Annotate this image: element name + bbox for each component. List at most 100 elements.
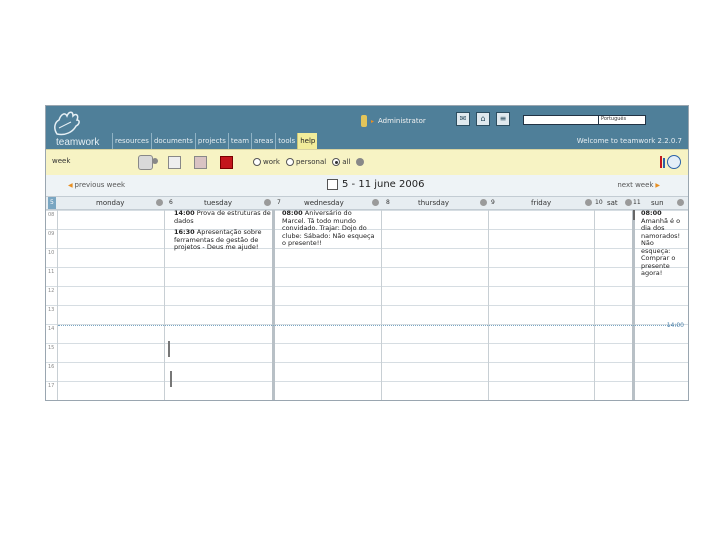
column-divider xyxy=(594,210,595,400)
hour-line xyxy=(46,267,688,268)
search-input[interactable] xyxy=(523,115,599,125)
mail-icon[interactable]: ✉ xyxy=(456,112,470,126)
day-number: 10 xyxy=(595,199,603,206)
main-nav: resources documents projects team areas … xyxy=(46,133,688,149)
day-header-sun[interactable]: 11 sun xyxy=(633,197,688,209)
list-view-icon[interactable] xyxy=(168,156,181,169)
add-event-icon[interactable] xyxy=(677,199,684,206)
language-select-value: Português xyxy=(601,116,627,122)
tab-help[interactable]: help xyxy=(297,133,318,149)
view-label: week xyxy=(52,157,71,165)
add-event-icon[interactable] xyxy=(585,199,592,206)
arrow-icon: ▸ xyxy=(371,117,375,125)
event-tuesday-2[interactable]: 16:30 Apresentação sobre ferramentas de … xyxy=(174,228,272,252)
notes-icon[interactable]: ≡ xyxy=(496,112,510,126)
radio-all[interactable]: all xyxy=(332,158,350,166)
column-divider-weekend xyxy=(632,210,635,400)
user-icon xyxy=(361,115,367,127)
radio-label: work xyxy=(263,158,280,166)
calendar-icon[interactable] xyxy=(327,179,338,190)
hour-line xyxy=(46,362,688,363)
next-week-link[interactable]: next week xyxy=(617,181,660,189)
user-menu[interactable]: ▸ Administrator xyxy=(361,113,426,129)
language-select[interactable]: Português xyxy=(598,115,646,125)
add-event-icon[interactable] xyxy=(264,199,271,206)
hour-label: 12 xyxy=(48,288,55,294)
play-icon[interactable] xyxy=(152,158,158,164)
hour-label: 08 xyxy=(48,212,55,218)
filter-radios: work personal all xyxy=(253,158,365,166)
radio-dot-selected xyxy=(332,158,341,166)
resize-handle[interactable] xyxy=(168,341,170,357)
hour-line xyxy=(46,286,688,287)
day-name: tuesday xyxy=(204,199,233,207)
hour-line xyxy=(46,305,688,306)
teamwork-app-window: team work ▸ Administrator ✉ ⌂ ≡ Português… xyxy=(45,105,689,401)
column-divider-today xyxy=(272,210,275,400)
go-icon[interactable] xyxy=(356,158,365,166)
red-book-icon[interactable] xyxy=(220,156,233,169)
nav-tabs: resources documents projects team areas … xyxy=(112,133,318,149)
day-number: 7 xyxy=(277,199,281,206)
resize-handle[interactable] xyxy=(170,371,172,387)
day-number: 8 xyxy=(386,199,390,206)
tab-areas[interactable]: areas xyxy=(251,133,275,149)
home-icon[interactable]: ⌂ xyxy=(476,112,490,126)
tab-team[interactable]: team xyxy=(227,133,251,149)
day-number: 9 xyxy=(491,199,495,206)
hour-label: 14 xyxy=(48,326,55,332)
calendar-view-icon[interactable] xyxy=(138,155,153,170)
previous-week-link[interactable]: previous week xyxy=(68,181,126,189)
hour-label: 17 xyxy=(48,383,55,389)
day-header-sat[interactable]: 10 sat xyxy=(595,197,633,209)
radio-personal[interactable]: personal xyxy=(285,158,327,166)
radio-label: personal xyxy=(295,158,327,166)
day-headers: 5 monday 6 tuesday 7 wednesday 8 thursda… xyxy=(46,197,688,210)
event-wednesday-1[interactable]: 08:00 Aniversário do Marcel. Tá todo mun… xyxy=(282,209,376,248)
tab-resources[interactable]: resources xyxy=(112,133,151,149)
week-grid: 08 09 10 11 12 13 14 15 16 17 14:00 14:0… xyxy=(46,209,688,400)
current-time-line xyxy=(58,325,678,326)
radio-label: all xyxy=(342,158,351,166)
event-title: Amanhã é o dia dos namorados! Não esqueç… xyxy=(641,216,681,277)
day-number: 5 xyxy=(48,197,56,209)
week-title: 5 - 11 june 2006 xyxy=(327,179,424,190)
tab-documents[interactable]: documents xyxy=(150,133,195,149)
week-navigation: previous week 5 - 11 june 2006 next week xyxy=(46,175,688,197)
tab-tools[interactable]: tools xyxy=(275,133,297,149)
event-tuesday-1[interactable]: 14:00 Prova de estruturas de dados xyxy=(174,209,272,225)
day-header-monday[interactable]: 5 monday xyxy=(48,197,163,209)
user-name: Administrator xyxy=(378,117,426,125)
tab-projects[interactable]: projects xyxy=(194,133,228,149)
add-event-icon[interactable] xyxy=(372,199,379,206)
hour-label: 15 xyxy=(48,345,55,351)
day-number: 11 xyxy=(633,199,641,206)
radio-dot xyxy=(285,158,294,166)
day-header-friday[interactable]: 9 friday xyxy=(489,197,593,209)
current-time-label: 14:00 xyxy=(666,322,684,329)
day-name: monday xyxy=(96,199,125,207)
event-marker xyxy=(633,210,635,220)
welcome-text: Welcome to teamwork 2.2.0.7 xyxy=(576,137,682,145)
add-event-icon[interactable] xyxy=(156,199,163,206)
week-range: 5 - 11 june 2006 xyxy=(342,179,425,190)
calendar-toolbar: week work personal all xyxy=(46,149,688,175)
top-header: teamwork ▸ Administrator ✉ ⌂ ≡ Português… xyxy=(46,106,688,149)
column-divider xyxy=(57,210,58,400)
day-header-tuesday[interactable]: 6 tuesday xyxy=(164,197,272,209)
hour-line xyxy=(46,381,688,382)
chart-clock-icon[interactable] xyxy=(660,153,681,170)
add-event-icon[interactable] xyxy=(480,199,487,206)
day-header-wednesday[interactable]: 7 wednesday xyxy=(274,197,381,209)
event-sunday-1[interactable]: 08:00 Amanhã é o dia dos namorados! Não … xyxy=(641,209,685,278)
radio-work[interactable]: work xyxy=(253,158,280,166)
day-header-thursday[interactable]: 8 thursday xyxy=(382,197,488,209)
day-name: wednesday xyxy=(304,199,344,207)
day-name: friday xyxy=(531,199,552,207)
hour-label: 13 xyxy=(48,307,55,313)
book-icon[interactable] xyxy=(194,156,207,169)
hour-line xyxy=(46,343,688,344)
add-event-icon[interactable] xyxy=(625,199,632,206)
header-tools: ✉ ⌂ ≡ xyxy=(456,112,510,126)
radio-dot xyxy=(253,158,261,166)
